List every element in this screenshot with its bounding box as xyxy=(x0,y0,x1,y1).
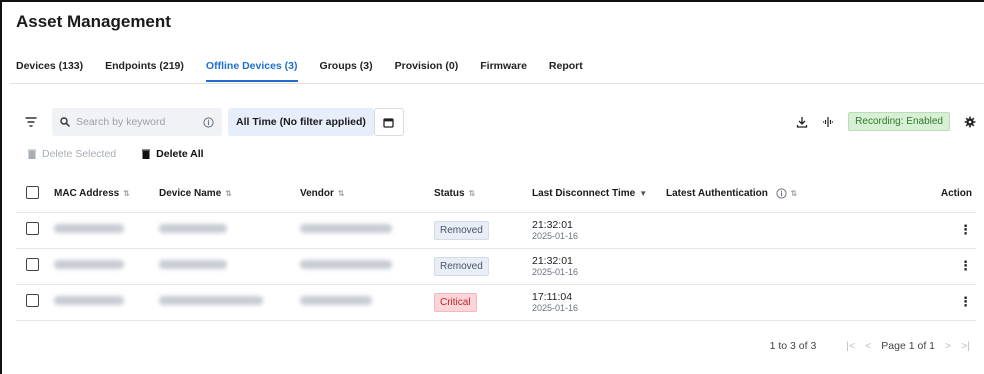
info-icon[interactable] xyxy=(776,188,787,199)
search-icon xyxy=(60,117,70,127)
redacted-mac xyxy=(54,296,124,305)
row-checkbox[interactable] xyxy=(26,222,39,235)
row-checkbox[interactable] xyxy=(26,294,39,307)
tab-groups[interactable]: Groups (3) xyxy=(320,60,373,82)
col-action: Action xyxy=(940,188,972,200)
disconnect-date: 2025-01-16 xyxy=(532,303,579,313)
status-badge: Critical xyxy=(434,292,477,312)
col-latest-authentication[interactable]: Latest Authentication xyxy=(666,188,768,199)
table-row[interactable]: Critical 17:11:04 2025-01-16 ⋮ xyxy=(16,284,976,321)
col-device-name[interactable]: Device Name xyxy=(159,188,221,199)
offline-devices-table: MAC Address ⇅ Device Name ⇅ Vendor ⇅ Status… xyxy=(16,176,976,321)
table-row[interactable]: Removed 21:32:01 2025-01-16 ⋮ xyxy=(16,248,976,285)
col-status[interactable]: Status xyxy=(434,188,465,199)
tab-devices[interactable]: Devices (133) xyxy=(16,60,83,82)
bulk-actions: Delete Selected Delete All xyxy=(28,148,204,160)
redacted-vendor xyxy=(300,260,392,269)
col-last-disconnect-time[interactable]: Last Disconnect Time xyxy=(532,188,635,199)
sort-icon[interactable]: ⇅ xyxy=(225,189,232,198)
time-filter-button[interactable]: All Time (No filter applied) xyxy=(228,108,374,136)
redacted-device-name xyxy=(159,224,227,233)
disconnect-time: 21:32:01 xyxy=(532,255,573,267)
disconnect-time: 21:32:01 xyxy=(532,219,573,231)
sort-icon[interactable]: ⇅ xyxy=(469,189,476,198)
tab-report[interactable]: Report xyxy=(549,60,583,82)
redacted-mac xyxy=(54,260,124,269)
redacted-device-name xyxy=(159,296,263,305)
latest-auth-cell xyxy=(666,212,886,249)
tab-offline-devices[interactable]: Offline Devices (3) xyxy=(205,60,298,82)
disconnect-time: 17:11:04 xyxy=(532,291,573,303)
search-input[interactable] xyxy=(76,116,186,128)
delete-selected-button[interactable]: Delete Selected xyxy=(28,148,116,160)
latest-auth-cell xyxy=(666,248,886,285)
table-row[interactable]: Removed 21:32:01 2025-01-16 ⋮ xyxy=(16,212,976,249)
tab-bar: Devices (133) Endpoints (219) Offline De… xyxy=(16,60,605,82)
select-all-checkbox[interactable] xyxy=(26,185,39,199)
sort-icon[interactable]: ⇅ xyxy=(338,189,345,198)
recording-status-badge: Recording: Enabled xyxy=(848,112,950,131)
delete-all-label: Delete All xyxy=(156,148,204,160)
more-actions-icon[interactable]: ⋮ xyxy=(886,212,976,249)
gear-icon[interactable] xyxy=(964,116,976,128)
next-page-icon[interactable]: > xyxy=(945,340,951,352)
col-vendor[interactable]: Vendor xyxy=(300,188,334,199)
redacted-vendor xyxy=(300,296,372,305)
last-page-icon[interactable]: >| xyxy=(961,340,970,352)
redacted-vendor xyxy=(300,224,392,233)
disconnect-date: 2025-01-16 xyxy=(532,267,579,277)
status-badge: Removed xyxy=(434,220,489,240)
latest-auth-cell xyxy=(666,284,886,321)
more-actions-icon[interactable]: ⋮ xyxy=(886,248,976,285)
disconnect-date: 2025-01-16 xyxy=(532,231,579,241)
status-badge: Removed xyxy=(434,256,489,276)
toolbar: All Time (No filter applied) xyxy=(16,108,404,136)
table-header-row: MAC Address ⇅ Device Name ⇅ Vendor ⇅ Status… xyxy=(16,176,976,213)
sort-desc-icon[interactable]: ▼ xyxy=(639,189,647,198)
info-icon[interactable] xyxy=(203,116,214,128)
tab-divider xyxy=(10,83,984,84)
trash-icon xyxy=(28,149,36,159)
more-actions-icon[interactable]: ⋮ xyxy=(886,284,976,321)
page-title: Asset Management xyxy=(16,12,171,31)
calendar-icon[interactable] xyxy=(373,108,404,136)
col-mac-address[interactable]: MAC Address xyxy=(54,188,119,199)
filter-icon[interactable] xyxy=(16,108,46,136)
search-box xyxy=(52,108,222,136)
prev-page-icon[interactable]: < xyxy=(865,340,871,352)
waveform-icon[interactable] xyxy=(822,116,834,128)
pagination: 1 to 3 of 3 |< < Page 1 of 1 > >| xyxy=(770,340,970,352)
tab-firmware[interactable]: Firmware xyxy=(480,60,527,82)
trash-icon xyxy=(142,149,151,159)
delete-all-button[interactable]: Delete All xyxy=(142,148,204,160)
sort-icon[interactable]: ⇅ xyxy=(123,189,130,198)
tab-provision[interactable]: Provision (0) xyxy=(395,60,459,82)
download-icon[interactable] xyxy=(796,116,808,128)
tab-endpoints[interactable]: Endpoints (219) xyxy=(105,60,184,82)
page-indicator: Page 1 of 1 xyxy=(881,340,935,352)
first-page-icon[interactable]: |< xyxy=(846,340,855,352)
delete-selected-label: Delete Selected xyxy=(42,148,117,160)
row-checkbox[interactable] xyxy=(26,258,39,271)
sort-icon[interactable]: ⇅ xyxy=(791,189,798,198)
redacted-device-name xyxy=(159,260,227,269)
redacted-mac xyxy=(54,224,124,233)
row-range: 1 to 3 of 3 xyxy=(769,340,817,352)
right-tools: Recording: Enabled xyxy=(796,112,976,131)
